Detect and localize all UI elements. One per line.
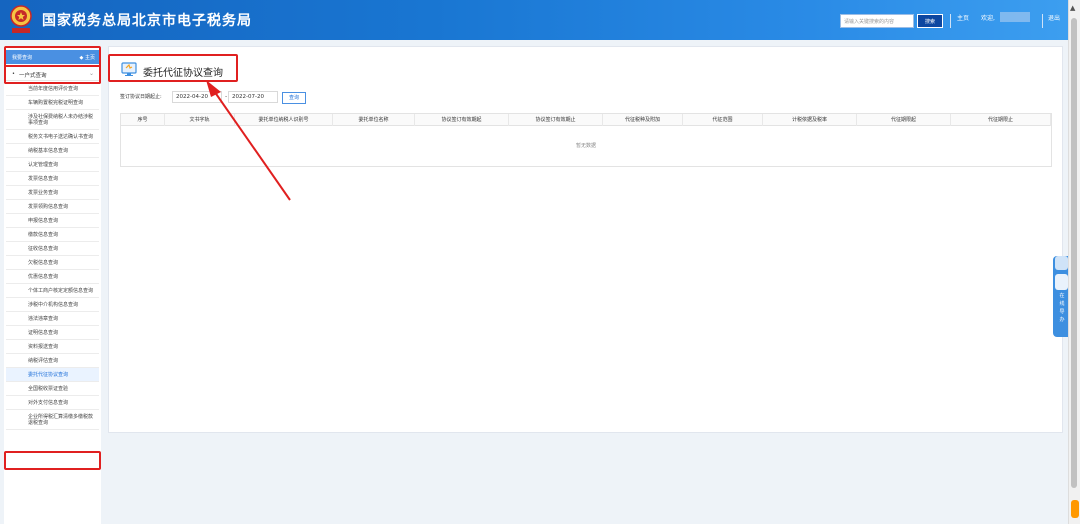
sidebar-item[interactable]: 涉税中介机构信息查询: [6, 298, 99, 312]
sidebar-item[interactable]: 发票领购信息查询: [6, 200, 99, 214]
assistant-avatar-icon: [1055, 256, 1068, 270]
sidebar-item[interactable]: 发票业务查询: [6, 186, 99, 200]
search-input[interactable]: 请输入关键搜索的内容: [840, 14, 914, 28]
sidebar-item[interactable]: 缴款信息查询: [6, 228, 99, 242]
table-column-header: 计税依据及税率: [763, 114, 857, 126]
table-header-row: 序号 文书字轨 委托单位纳税人识别号 委托单位名称 协议签订有效期起 协议签订有效期止 代征…: [121, 114, 1051, 126]
site-title: 国家税务总局北京市电子税务局: [42, 13, 252, 29]
table-column-header: 委托单位名称: [333, 114, 415, 126]
highlight-sidebar-group: [4, 65, 101, 84]
scroll-up-arrow-icon[interactable]: ▲: [1070, 4, 1075, 12]
end-date-input[interactable]: 2022-07-20: [228, 91, 278, 103]
tax-emblem-icon: [10, 5, 32, 33]
top-header: 国家税务总局北京市电子税务局 请输入关键搜索的内容 搜索 主页 欢迎, 退出: [0, 0, 1080, 40]
date-separator: -: [225, 93, 228, 100]
table-column-header: 协议签订有效期止: [509, 114, 603, 126]
user-name-redacted: [1000, 12, 1030, 22]
corner-badge-icon: [1071, 500, 1079, 518]
sidebar-item[interactable]: 纳税评估查询: [6, 354, 99, 368]
table-column-header: 文书字轨: [165, 114, 235, 126]
sidebar-item[interactable]: 委托代征协议查询: [6, 368, 99, 382]
search-button[interactable]: 搜索: [917, 14, 943, 28]
sidebar-item[interactable]: 企业所得税汇算清缴多缴税款退税查询: [6, 410, 99, 430]
table-column-header: 委托单位纳税人识别号: [235, 114, 333, 126]
query-button[interactable]: 查询: [282, 92, 306, 104]
home-link[interactable]: 主页: [957, 13, 969, 22]
agreement-table: 序号 文书字轨 委托单位纳税人识别号 委托单位名称 协议签订有效期起 协议签订有效期止 代征…: [120, 113, 1052, 167]
sidebar-item[interactable]: 发票信息查询: [6, 172, 99, 186]
scrollbar-thumb[interactable]: [1071, 18, 1077, 488]
sidebar-item[interactable]: 当前年度信用评价查询: [6, 82, 99, 96]
table-column-header: 序号: [121, 114, 165, 126]
date-filter-label: 签订协议日期起止:: [120, 94, 162, 100]
empty-state-text: 暂无数据: [575, 143, 596, 149]
table-column-header: 代征范围: [683, 114, 763, 126]
sidebar-item[interactable]: 欠税信息查询: [6, 256, 99, 270]
main-panel: 委托代征协议查询 签订协议日期起止: 2022-04-20 - 2022-07-…: [108, 46, 1063, 433]
welcome-text: 欢迎,: [981, 15, 995, 22]
highlight-page-title: [108, 54, 238, 82]
sidebar-item[interactable]: 违法违章查询: [6, 312, 99, 326]
sidebar-item[interactable]: 优惠信息查询: [6, 270, 99, 284]
sidebar-item[interactable]: 认定管理查询: [6, 158, 99, 172]
header-divider: [1042, 14, 1043, 28]
sidebar-menu-list: 当前年度信用评价查询 车辆购置税完税证明查询 涉及社保费纳税人未办结涉税事项查询 税务…: [6, 82, 99, 430]
sidebar-item[interactable]: 个体工商户核定定额信息查询: [6, 284, 99, 298]
header-divider: [950, 14, 951, 28]
sidebar-item[interactable]: 申报信息查询: [6, 214, 99, 228]
sidebar-item[interactable]: 征收信息查询: [6, 242, 99, 256]
highlight-active-menu-item: [4, 451, 101, 470]
sidebar-item[interactable]: 涉及社保费纳税人未办结涉税事项查询: [6, 110, 99, 130]
sidebar-item[interactable]: 税务文书电子送达确认书查询: [6, 130, 99, 144]
start-date-input[interactable]: 2022-04-20: [172, 91, 222, 103]
logout-link[interactable]: 退出: [1048, 13, 1060, 22]
assistant-face-icon: [1055, 274, 1068, 290]
online-guide-label[interactable]: 在线导办: [1057, 292, 1067, 324]
sidebar-item[interactable]: 纳税基本信息查询: [6, 144, 99, 158]
sidebar-item[interactable]: 全国税收票证查验: [6, 382, 99, 396]
sidebar-item[interactable]: 证明信息查询: [6, 326, 99, 340]
sidebar-item[interactable]: 对外支付信息查询: [6, 396, 99, 410]
table-column-header: 协议签订有效期起: [415, 114, 509, 126]
table-column-header: 代征期限起: [857, 114, 951, 126]
sidebar-item[interactable]: 资料报送查询: [6, 340, 99, 354]
table-column-header: 代征期限止: [951, 114, 1051, 126]
table-column-header: 代征税种及附加: [603, 114, 683, 126]
sidebar-item[interactable]: 车辆购置税完税证明查询: [6, 96, 99, 110]
